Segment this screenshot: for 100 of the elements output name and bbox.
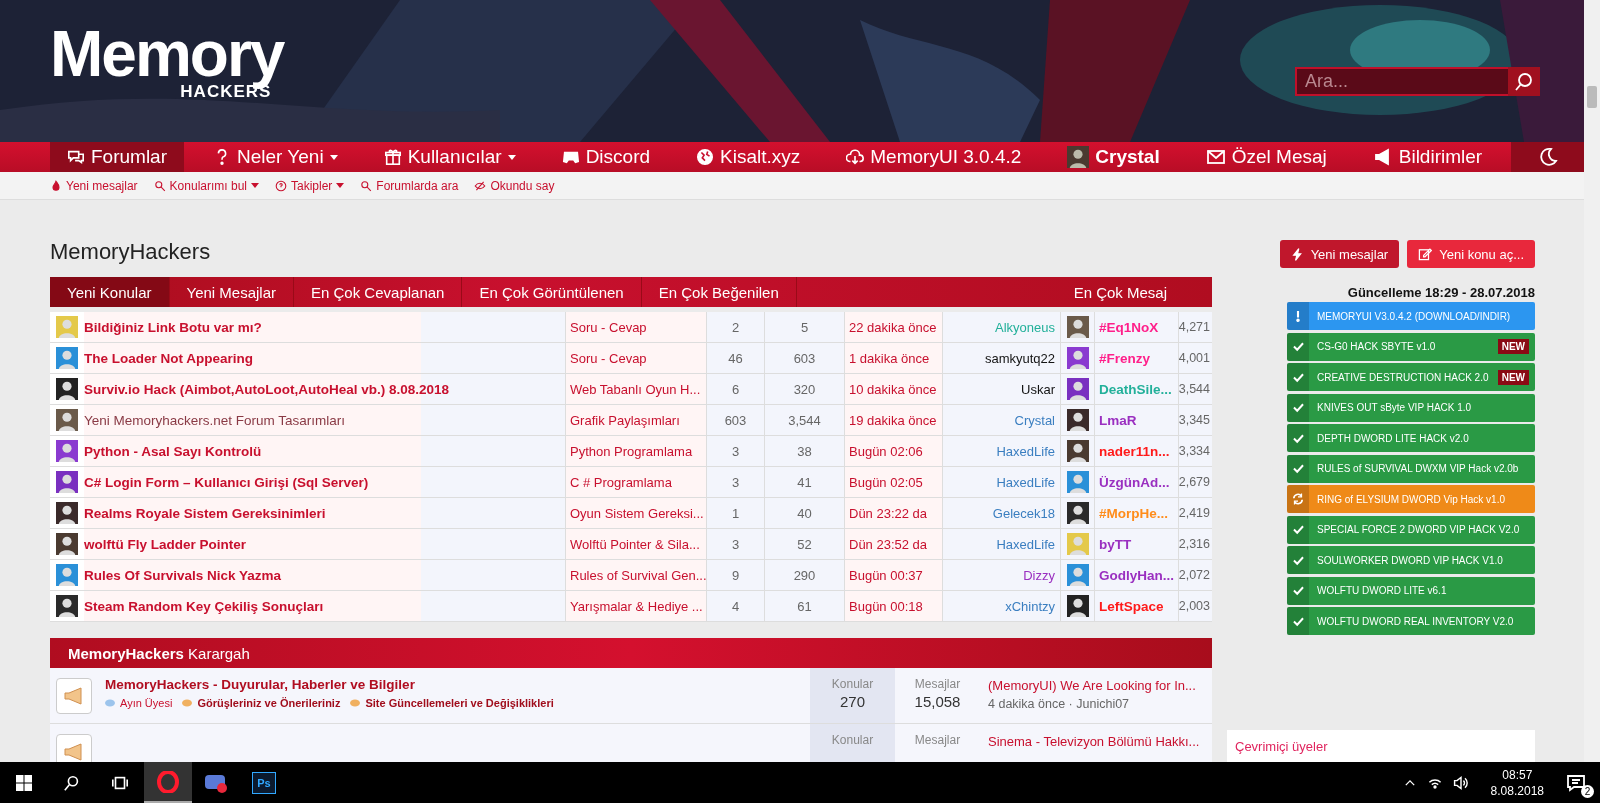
nav-item[interactable]: Bildirimler — [1355, 142, 1500, 172]
thread-title[interactable]: Bildiğiniz Link Botu var mı? — [84, 319, 262, 335]
notification-icon[interactable] — [1566, 772, 1586, 793]
subforum-link[interactable]: Ayın Üyesi — [105, 697, 173, 709]
username[interactable]: Dizzy — [1023, 567, 1055, 583]
nav-item[interactable]: Kisalt.xyz — [679, 142, 818, 172]
section-title: MemoryHackers Karargah — [68, 644, 250, 662]
view-count: 38 — [797, 443, 812, 459]
updates-heading: Güncelleme 18:29 - 28.07.2018 — [1346, 285, 1535, 300]
avatar[interactable] — [56, 595, 78, 617]
subnav-link[interactable]: Takipler — [275, 178, 345, 193]
post-time: Dün 23:52 da — [848, 536, 928, 552]
avatar[interactable] — [56, 533, 78, 555]
taskbar-button[interactable]: Ps — [240, 762, 288, 803]
post-time: 22 dakika önce — [848, 319, 937, 335]
view-count: 290 — [793, 567, 816, 583]
exclamation-icon — [1287, 302, 1309, 330]
nav-item[interactable]: Forumlar — [50, 142, 184, 172]
last-post-meta: 4 dakika önce · Junichi07 — [988, 697, 1131, 711]
view-count: 52 — [797, 536, 812, 552]
reply-count: 9 — [731, 567, 740, 583]
clock[interactable]: 08:57 8.08.2018 — [1490, 766, 1544, 799]
avatar[interactable] — [1066, 502, 1089, 524]
update-item[interactable]: DEPTH DWORD LITE HACK v2.0 — [1287, 424, 1535, 452]
forum-title[interactable]: MemoryHackers - Duyurular, Haberler ve Bilgiler — [105, 677, 810, 692]
nav-item[interactable]: MemoryUI 3.0.4.2 — [829, 142, 1039, 172]
post-time: Bugün 00:37 — [848, 567, 923, 583]
subnav-link[interactable]: Okundu say — [474, 178, 555, 193]
update-item[interactable]: SPECIAL FORCE 2 DWORD VIP HACK V2.0 — [1287, 515, 1535, 544]
tab[interactable]: En Çok Cevaplanan — [294, 277, 463, 307]
message-count: 3,544 — [1179, 382, 1210, 396]
panel-title[interactable]: Çevrimiçi üyeler — [1235, 739, 1328, 754]
reply-count: 3 — [731, 474, 740, 490]
avatar[interactable] — [1066, 316, 1089, 338]
update-item[interactable]: WOLFTU DWORD LITE v6.1 — [1287, 576, 1535, 605]
avatar[interactable] — [1066, 595, 1089, 617]
update-item[interactable]: CREATIVE DESTRUCTION HACK 2.0 NEW — [1287, 363, 1535, 391]
user-menu[interactable]: Crystal — [1050, 142, 1177, 172]
username[interactable]: Uskar — [1021, 381, 1055, 397]
subforum-link[interactable]: Site Güncellemeleri ve Değişiklikleri — [350, 697, 554, 709]
nav-item[interactable]: Neler Yeni — [196, 142, 355, 172]
update-item[interactable]: KNIVES OUT sByte VIP HACK 1.0 — [1287, 393, 1535, 422]
nav-item[interactable]: Kullanıcılar — [366, 142, 533, 172]
avatar[interactable] — [1066, 378, 1089, 400]
view-count: 41 — [797, 474, 812, 490]
thread-title[interactable]: Python - Asal Sayı Kontrolü — [84, 443, 262, 459]
tab[interactable]: En Çok Beğenilen — [641, 277, 797, 307]
thread-title[interactable]: The Loader Not Appearing — [84, 350, 253, 366]
action-button[interactable]: Yeni mesajlar — [1279, 240, 1400, 268]
post-time: 19 dakika önce — [848, 412, 937, 428]
nav-item[interactable]: Discord — [544, 142, 668, 172]
subnav-link[interactable]: Forumlarda ara — [360, 178, 459, 193]
reply-count: 3 — [731, 443, 740, 459]
message-count: 3,334 — [1179, 444, 1210, 458]
update-item[interactable]: WOLFTU DWORD REAL INVENTORY V2.0 — [1287, 607, 1535, 635]
last-post-link[interactable]: Sinema - Televizyon Bölümü Hakkı... — [988, 734, 1206, 749]
reply-count: 2 — [731, 319, 740, 335]
tab[interactable]: En Çok Mesaj — [1073, 277, 1212, 307]
post-time: Bugün 02:06 — [848, 443, 923, 459]
post-time: 1 dakika önce — [848, 350, 930, 366]
taskbar-button[interactable] — [144, 762, 192, 803]
nav-item[interactable]: Özel Mesaj — [1188, 142, 1344, 172]
message-count: 2,072 — [1179, 568, 1210, 582]
update-item[interactable]: CS-G0 HACK SBYTE v1.0 NEW — [1287, 332, 1535, 361]
tab[interactable]: Yeni Mesajlar — [169, 277, 294, 307]
subforum-link[interactable]: Görüşleriniz ve Önerileriniz — [182, 697, 341, 709]
action-button[interactable]: Yeni konu aç... — [1407, 240, 1535, 268]
edit-icon — [1418, 247, 1433, 261]
moon-icon[interactable] — [1511, 142, 1584, 172]
username[interactable]: Crystal — [1014, 412, 1055, 428]
search-icon — [360, 179, 373, 192]
message-count: 2,316 — [1179, 537, 1210, 551]
subnav-link[interactable]: Konularımı bul — [153, 178, 259, 193]
speaker-icon[interactable] — [1452, 774, 1469, 791]
update-item[interactable]: SOULWORKER DWORD VIP HACK V1.0 — [1287, 546, 1535, 574]
scrollbar[interactable] — [1584, 0, 1600, 762]
update-item[interactable]: RULES of SURVIVAL DWXM VIP Hack v2.0b — [1287, 454, 1535, 483]
check-icon — [1287, 393, 1309, 422]
avatar[interactable] — [56, 378, 78, 400]
reply-count: 1 — [731, 505, 740, 521]
megaphone-icon — [55, 678, 92, 714]
reply-count: 46 — [728, 350, 743, 366]
update-item[interactable]: MEMORYUI V3.0.4.2 (DOWNLOAD/INDIR) — [1287, 302, 1535, 330]
page-title: MemoryHackers — [50, 238, 212, 266]
search-button[interactable] — [1508, 67, 1540, 96]
avatar[interactable] — [1066, 440, 1089, 462]
tab[interactable]: Yeni Konular — [50, 277, 170, 307]
subnav-link[interactable]: Yeni mesajlar — [50, 178, 138, 193]
tab[interactable]: En Çok Görüntülenen — [462, 277, 642, 307]
avatar[interactable] — [56, 502, 78, 524]
avatar[interactable] — [1066, 409, 1089, 431]
check-icon — [1287, 363, 1309, 391]
message-count: 4,001 — [1179, 351, 1210, 365]
ring-icon — [157, 770, 179, 793]
search-field[interactable]: Ara... — [1295, 67, 1508, 96]
last-post-link[interactable]: (MemoryUI) We Are Looking for In... — [988, 678, 1206, 693]
stat-label: Konular — [831, 733, 874, 747]
reply-count: 6 — [731, 381, 740, 397]
thread-title[interactable]: wolftü Fly Ladder Pointer — [84, 536, 246, 552]
reply-count: 603 — [724, 412, 747, 428]
